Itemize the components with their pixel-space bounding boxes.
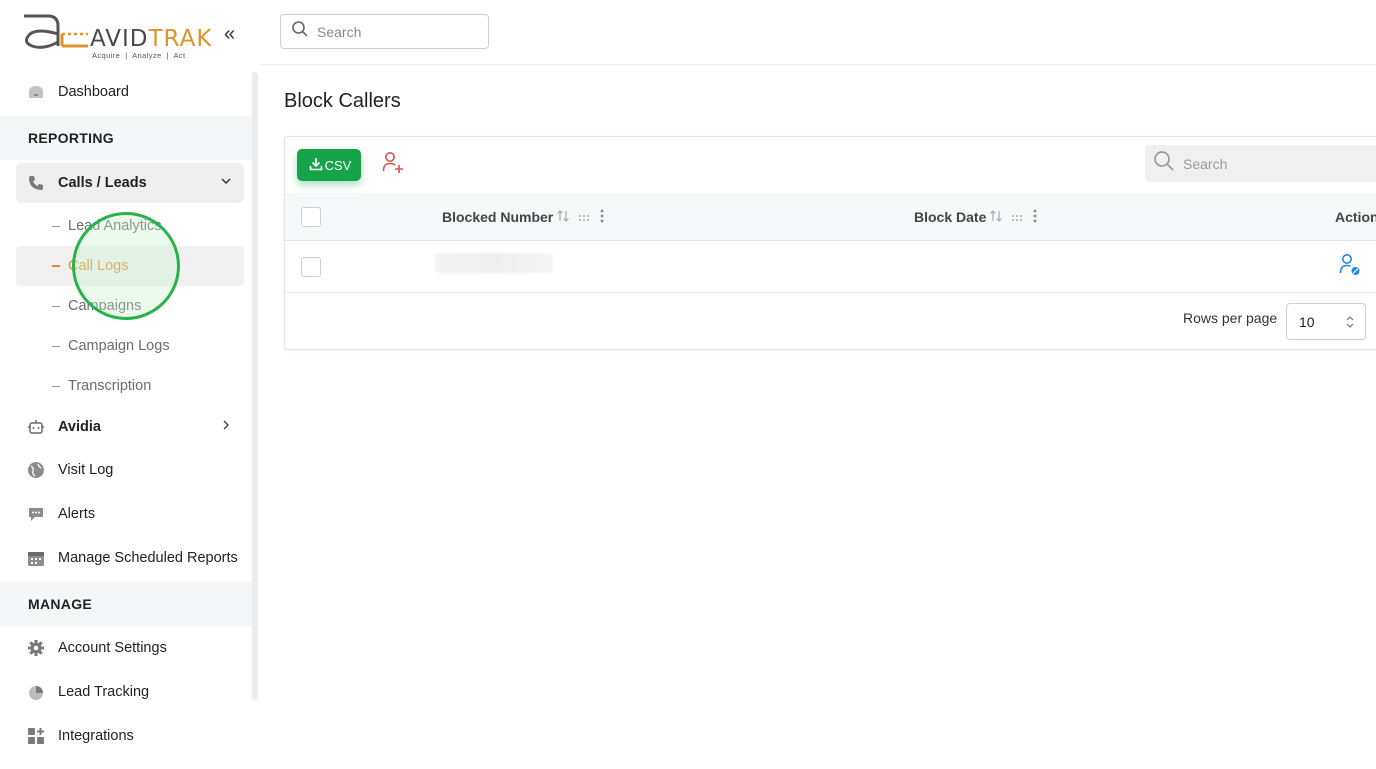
sort-icon[interactable] (989, 209, 1003, 226)
sidebar-item-label: Avidia (58, 419, 101, 435)
add-blocked-caller-button[interactable] (381, 151, 405, 179)
sidebar-item-label: Manage Scheduled Reports (58, 550, 238, 566)
sidebar: AVIDTRAK Acquire | Analyze | Act « Dashb… (0, 0, 260, 769)
sidebar-item-alerts[interactable]: Alerts (16, 494, 244, 534)
bullet-dash (52, 265, 60, 267)
search-icon (291, 20, 309, 43)
user-unblock-icon (1339, 253, 1361, 282)
sidebar-subitem-label: Campaigns (68, 298, 142, 314)
sidebar-subitem-label: Transcription (68, 378, 152, 394)
brand-name: AVIDTRAK (90, 26, 213, 52)
globe-icon (26, 460, 46, 480)
table-search-input[interactable] (1183, 155, 1363, 172)
global-search[interactable] (280, 14, 489, 49)
sidebar-subitem-transcription[interactable]: Transcription (16, 366, 244, 406)
rows-per-page-label: Rows per page (1183, 310, 1278, 326)
sidebar-item-visit-log[interactable]: Visit Log (16, 450, 244, 490)
column-header-block-date[interactable]: Block Date (914, 193, 1037, 241)
rows-per-page-value: 10 (1299, 313, 1315, 330)
download-icon (309, 157, 323, 174)
drag-handle-icon[interactable] (578, 209, 590, 225)
sidebar-subitem-campaign-logs[interactable]: Campaign Logs (16, 326, 244, 366)
brand-tagline: Acquire | Analyze | Act (92, 51, 186, 60)
sidebar-subitem-lead-analytics[interactable]: Lead Analytics (16, 206, 244, 246)
column-header-blocked-number[interactable]: Blocked Number (442, 193, 604, 241)
sidebar-scrollbar[interactable] (252, 72, 258, 700)
column-header-action: Action (1335, 193, 1376, 241)
column-header-label: Action (1335, 209, 1376, 225)
sidebar-item-label: Calls / Leads (58, 175, 147, 191)
sort-icon[interactable] (556, 209, 570, 226)
calendar-icon (26, 548, 46, 568)
drag-handle-icon[interactable] (1011, 209, 1023, 225)
dashboard-icon (26, 82, 46, 102)
chevron-right-icon (220, 419, 232, 435)
bullet-dash (52, 305, 60, 307)
select-arrows-icon (1345, 315, 1355, 332)
column-menu-icon[interactable] (1033, 209, 1037, 226)
top-bar (260, 0, 1376, 65)
bullet-dash (52, 225, 60, 227)
table-header: Blocked Number Block Date Action (285, 193, 1376, 241)
sidebar-item-avidia[interactable]: Avidia (16, 407, 244, 447)
sidebar-item-manage-scheduled-reports[interactable]: Manage Scheduled Reports (16, 538, 244, 578)
gear-icon (26, 638, 46, 658)
sidebar-item-label: Lead Tracking (58, 684, 150, 700)
bullet-dash (52, 385, 60, 387)
blocked-number-cell-redacted (435, 253, 553, 273)
section-header-reporting: REPORTING (0, 116, 252, 160)
chevron-down-icon (220, 175, 232, 191)
sidebar-subitem-label: Call Logs (68, 258, 129, 274)
bullet-dash (52, 345, 60, 347)
export-csv-button[interactable]: CSV (297, 149, 361, 181)
column-menu-icon[interactable] (600, 209, 604, 226)
rows-per-page-select[interactable]: 10 (1286, 303, 1366, 340)
double-chevron-left-icon[interactable]: « (224, 24, 235, 44)
add-user-icon (382, 151, 404, 180)
page-title: Block Callers (284, 90, 401, 112)
sidebar-item-label: Dashboard (58, 84, 129, 100)
unblock-caller-button[interactable] (1339, 253, 1361, 282)
column-header-label: Blocked Number (442, 209, 554, 225)
row-checkbox[interactable] (301, 257, 321, 277)
table-search[interactable] (1145, 145, 1376, 182)
export-csv-label: CSV (324, 157, 352, 173)
phone-icon (26, 173, 46, 193)
pie-chart-icon (26, 682, 46, 702)
column-header-label: Block Date (914, 209, 987, 225)
sidebar-item-label: Alerts (58, 506, 96, 522)
sidebar-subitem-call-logs[interactable]: Call Logs (16, 246, 244, 286)
integrations-icon (26, 726, 46, 746)
sidebar-item-lead-tracking[interactable]: Lead Tracking (16, 672, 244, 712)
section-header-manage: MANAGE (0, 582, 252, 626)
robot-icon (26, 417, 46, 437)
sidebar-item-label: Account Settings (58, 640, 167, 656)
sidebar-subitem-label: Lead Analytics (68, 218, 162, 234)
sidebar-item-dashboard[interactable]: Dashboard (16, 72, 244, 112)
avidtrak-logo-mark-icon (24, 14, 88, 49)
select-all-checkbox[interactable] (301, 207, 321, 227)
sidebar-subitem-label: Campaign Logs (68, 338, 170, 354)
sidebar-item-account-settings[interactable]: Account Settings (16, 628, 244, 668)
sidebar-subitem-campaigns[interactable]: Campaigns (16, 286, 244, 326)
chat-alert-icon (26, 504, 46, 524)
sidebar-item-calls-leads[interactable]: Calls / Leads (16, 163, 244, 203)
search-icon (1153, 150, 1175, 177)
global-search-input[interactable] (317, 23, 477, 40)
sidebar-item-label: Integrations (58, 728, 134, 744)
sidebar-item-label: Visit Log (58, 462, 114, 478)
block-callers-table-card: CSV Blocked Number Block Date (284, 136, 1376, 350)
sidebar-item-integrations[interactable]: Integrations (16, 716, 244, 756)
brand-logo[interactable]: AVIDTRAK Acquire | Analyze | Act « (0, 0, 260, 70)
table-row[interactable] (285, 241, 1376, 293)
